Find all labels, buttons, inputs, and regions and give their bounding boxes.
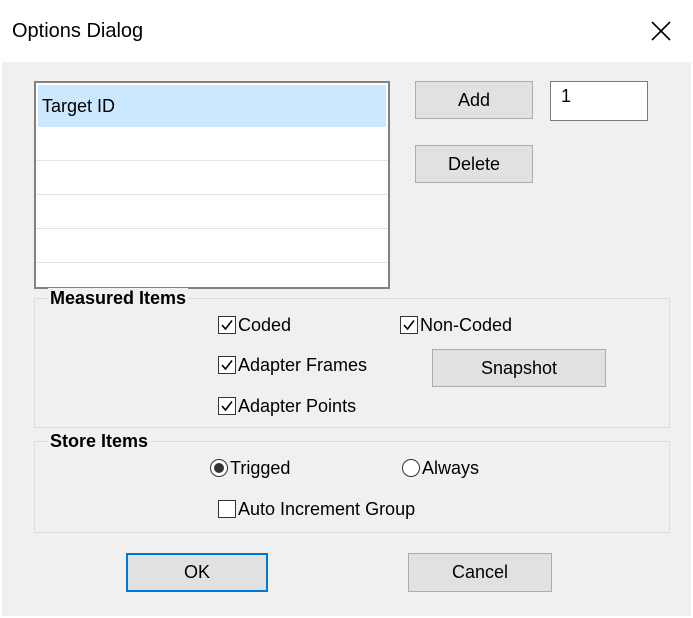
always-label: Always — [422, 458, 480, 478]
count-field[interactable]: 1 — [550, 81, 648, 121]
target-list[interactable]: Target ID — [34, 81, 390, 289]
close-icon — [651, 21, 671, 41]
store-items-label: Store Items — [48, 431, 151, 451]
checkbox-box — [400, 316, 418, 334]
cancel-button[interactable]: Cancel — [408, 553, 552, 592]
radio-unselected-icon — [402, 459, 420, 477]
close-button[interactable] — [629, 0, 693, 62]
list-item[interactable] — [36, 127, 388, 161]
dialog-client-area: Target ID Add 1 Delete Measured Items Co… — [2, 62, 691, 616]
checkmark-icon — [221, 401, 233, 412]
add-button[interactable]: Add — [415, 81, 533, 119]
coded-label: Coded — [238, 315, 292, 335]
list-item[interactable] — [36, 161, 388, 195]
radio-selected-icon — [210, 459, 228, 477]
title-bar: Options Dialog — [0, 0, 693, 62]
measured-items-label: Measured Items — [48, 288, 189, 308]
always-radio[interactable]: Always — [402, 458, 479, 478]
store-items-group — [34, 441, 670, 533]
auto-increment-checkbox[interactable]: Auto Increment Group — [218, 499, 415, 519]
trigged-label: Trigged — [230, 458, 291, 478]
options-dialog-window: Options Dialog Target ID Add 1 Delete Me… — [0, 0, 693, 618]
list-item[interactable] — [36, 229, 388, 263]
checkbox-box — [218, 397, 236, 415]
non-coded-label: Non-Coded — [420, 315, 513, 335]
checkmark-icon — [403, 320, 415, 331]
non-coded-checkbox[interactable]: Non-Coded — [400, 315, 512, 335]
auto-increment-label: Auto Increment Group — [238, 499, 416, 519]
adapter-points-checkbox[interactable]: Adapter Points — [218, 396, 356, 416]
list-item[interactable] — [36, 195, 388, 229]
snapshot-button[interactable]: Snapshot — [432, 349, 606, 387]
checkbox-box — [218, 316, 236, 334]
list-item-label: Target ID — [42, 96, 116, 116]
checkmark-icon — [221, 320, 233, 331]
trigged-radio[interactable]: Trigged — [210, 458, 290, 478]
checkbox-box — [218, 356, 236, 374]
ok-button[interactable]: OK — [126, 553, 268, 592]
list-item[interactable]: Target ID — [38, 85, 386, 127]
adapter-points-label: Adapter Points — [238, 396, 357, 416]
checkmark-icon — [221, 360, 233, 371]
adapter-frames-label: Adapter Frames — [238, 355, 368, 375]
checkbox-box — [218, 500, 236, 518]
adapter-frames-checkbox[interactable]: Adapter Frames — [218, 355, 367, 375]
delete-button[interactable]: Delete — [415, 145, 533, 183]
coded-checkbox[interactable]: Coded — [218, 315, 291, 335]
window-title: Options Dialog — [12, 20, 144, 42]
